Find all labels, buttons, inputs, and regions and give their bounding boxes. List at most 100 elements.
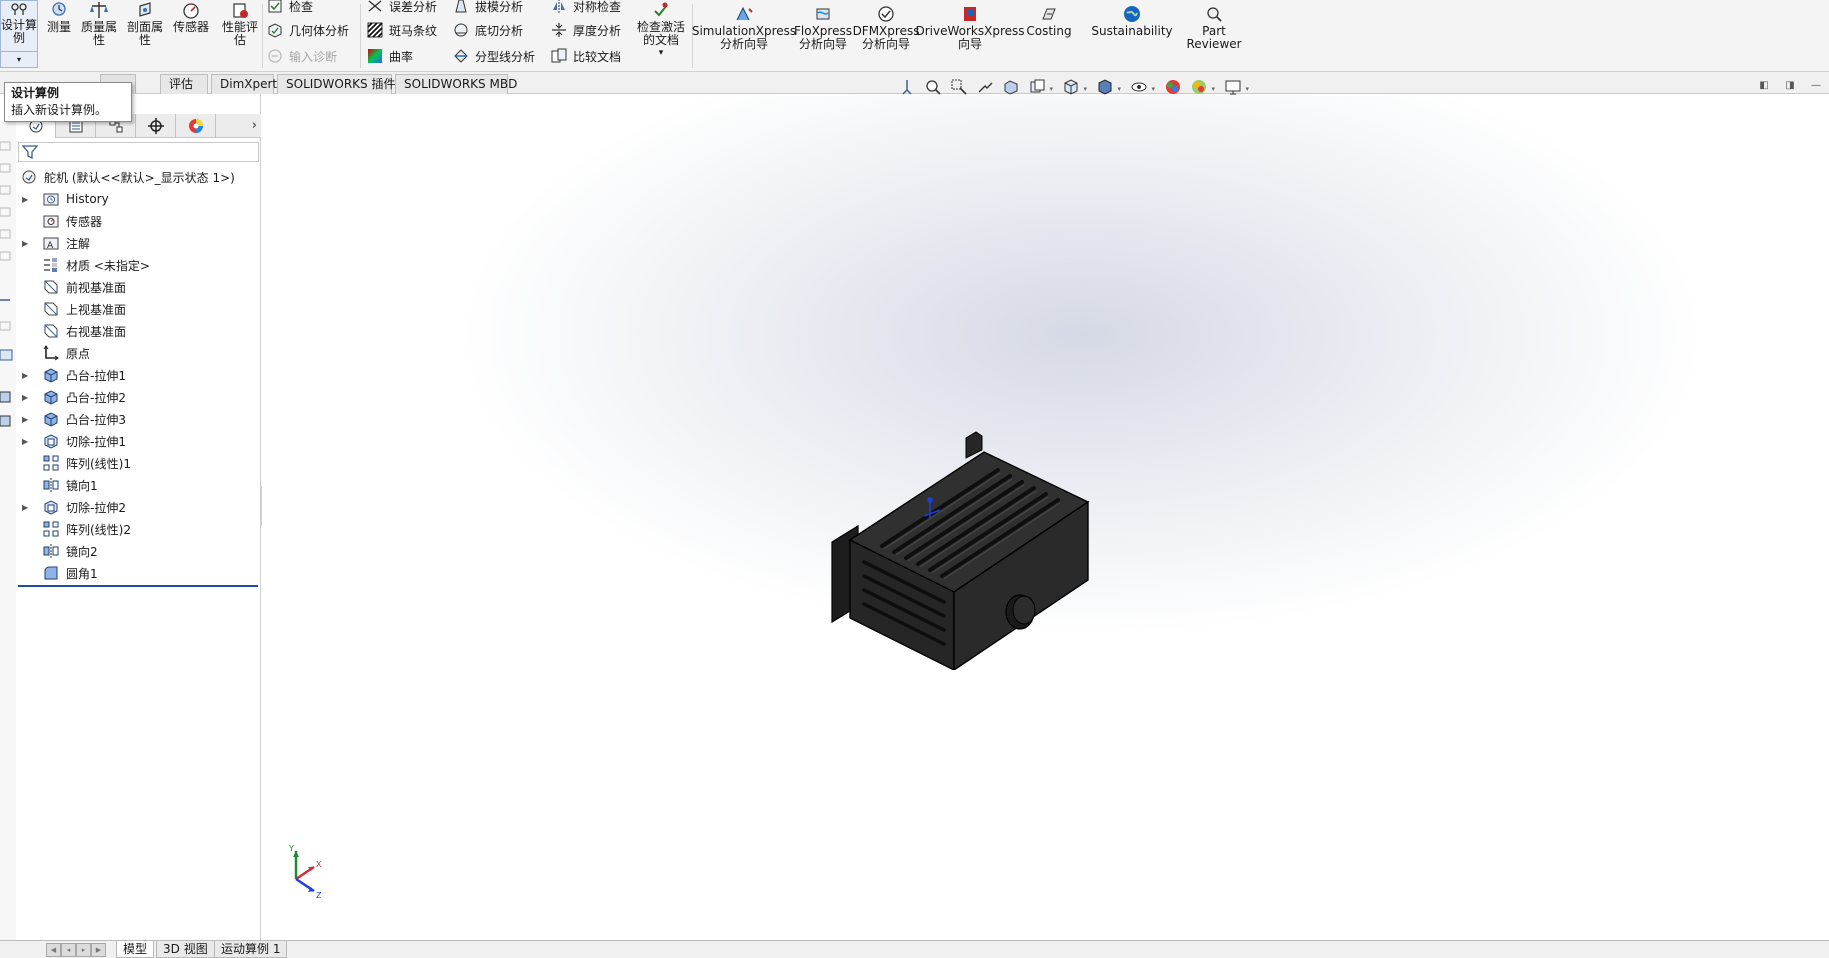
section-properties-button[interactable]: 剖面属性	[125, 0, 165, 47]
tree-item[interactable]: 材质 <未指定>	[16, 254, 261, 276]
tree-item-label: 凸台-拉伸2	[66, 390, 126, 405]
view-orientation-cube-icon[interactable]: ▾	[1060, 77, 1087, 97]
display-style-icon[interactable]: ▾	[1094, 77, 1121, 97]
geometry-analysis-button[interactable]: 几何体分析	[266, 20, 349, 40]
tree-item-label: 凸台-拉伸3	[66, 412, 126, 427]
simulationxpress-button[interactable]: SimulationXpress 分析向导	[692, 4, 796, 51]
floxpress-button[interactable]: FloXpress 分析向导	[794, 4, 852, 51]
tree-item[interactable]: 原点	[16, 342, 261, 364]
restore-left-icon[interactable]: ◧	[1757, 78, 1771, 92]
measure-button[interactable]: 测量	[46, 0, 72, 34]
fillet-icon	[42, 564, 60, 582]
tree-item-label: 前视基准面	[66, 280, 127, 295]
parting-line-analysis-button[interactable]: 分型线分析	[452, 46, 535, 66]
tab-dimxpert[interactable]: DimXpert	[211, 74, 277, 94]
design-study-dropdown[interactable]: ▾	[1, 51, 37, 67]
draft-analysis-button[interactable]: 拔模分析	[452, 0, 523, 16]
expand-arrow-icon[interactable]: ▶	[22, 371, 30, 380]
expand-arrow-icon[interactable]: ▶	[22, 503, 30, 512]
tree-item[interactable]: 阵列(线性)2	[16, 518, 261, 540]
deviation-analysis-button[interactable]: 误差分析	[366, 0, 437, 16]
tree-item[interactable]: ▶ 凸台-拉伸3	[16, 408, 261, 430]
curvature-button[interactable]: 曲率	[366, 46, 413, 66]
check-active-document-button[interactable]: 检查激活 的文档 ▾	[636, 0, 686, 60]
tree-item[interactable]: 右视基准面	[16, 320, 261, 342]
zebra-stripes-button[interactable]: 斑马条纹	[366, 20, 437, 40]
tab-dimxpert-manager[interactable]	[136, 114, 176, 138]
driveworksxpress-button[interactable]: DriveWorksXpress 向导	[915, 4, 1025, 51]
dfmxpress-button[interactable]: DFMXpress 分析向导	[853, 4, 919, 51]
symmetry-check-button[interactable]: 对称检查	[550, 0, 621, 16]
part-reviewer-label-2: Reviewer	[1186, 37, 1242, 51]
ribbon-separator	[262, 4, 263, 68]
edit-appearance-icon[interactable]	[1162, 77, 1184, 97]
tree-item[interactable]: 阵列(线性)1	[16, 452, 261, 474]
sensor-label: 传感器	[172, 20, 209, 34]
tree-root-part[interactable]: 舵机 (默认<<默认>_显示状态 1>)	[16, 166, 261, 188]
tab-evaluate[interactable]: 评估	[160, 74, 208, 94]
tree-item[interactable]: ▶ A 注解	[16, 232, 261, 254]
apply-scene-icon[interactable]: ▾	[1188, 77, 1215, 97]
sustainability-button[interactable]: Sustainability	[1091, 4, 1173, 38]
tree-item[interactable]: 镜向2	[16, 540, 261, 562]
feature-tree-filter[interactable]	[18, 142, 259, 162]
servo-model[interactable]	[816, 430, 1116, 670]
check-button[interactable]: 检查	[266, 0, 313, 16]
tree-item[interactable]: ▶ 凸台-拉伸1	[16, 364, 261, 386]
feature-manager-panel: ⊙ › 舵机 (默认<<默认>_显示状态 1>) ▶History传感器▶A注解…	[16, 94, 261, 942]
costing-button[interactable]: Costing	[1024, 4, 1074, 38]
undercut-analysis-button[interactable]: 底切分析	[452, 20, 523, 40]
hide-show-items-icon[interactable]: ▾	[1128, 77, 1155, 97]
expand-arrow-icon[interactable]: ▶	[22, 195, 30, 204]
rollback-bar[interactable]	[18, 585, 258, 587]
import-diagnostics-button[interactable]: 输入诊断	[266, 46, 337, 66]
previous-view-icon[interactable]	[974, 77, 996, 97]
tree-item[interactable]: 镜向1	[16, 474, 261, 496]
compare-documents-button[interactable]: 比较文档	[550, 46, 621, 66]
tree-item[interactable]: 圆角1	[16, 562, 261, 584]
plane-icon	[42, 278, 60, 296]
view-settings-icon[interactable]: ▾	[1222, 77, 1249, 97]
section-view-icon[interactable]	[1000, 77, 1022, 97]
tab-3d-view[interactable]: 3D 视图	[156, 941, 215, 958]
zoom-to-fit-icon[interactable]	[922, 77, 944, 97]
chevron-right-icon[interactable]: ›	[252, 118, 257, 133]
last-tab-icon[interactable]: ▶	[91, 943, 106, 957]
graphics-area[interactable]: Y X Z	[262, 95, 1829, 942]
expand-arrow-icon[interactable]: ▶	[22, 393, 30, 402]
thickness-analysis-button[interactable]: 厚度分析	[550, 20, 621, 40]
first-tab-icon[interactable]: ◀	[46, 943, 61, 957]
mass-properties-button[interactable]: 质量属性	[80, 0, 118, 47]
restore-right-icon[interactable]: ◨	[1783, 78, 1797, 92]
part-reviewer-button[interactable]: Part Reviewer	[1186, 4, 1242, 51]
prev-tab-icon[interactable]: ◂	[61, 943, 76, 957]
section-properties-label-2: 性	[138, 33, 151, 47]
next-tab-icon[interactable]: ▸	[76, 943, 91, 957]
tree-item[interactable]: ▶ 切除-拉伸1	[16, 430, 261, 452]
tab-solidworks-mbd[interactable]: SOLIDWORKS MBD	[395, 74, 517, 94]
expand-arrow-icon[interactable]: ▶	[22, 415, 30, 424]
tree-item[interactable]: ▶ 凸台-拉伸2	[16, 386, 261, 408]
sensor-button[interactable]: 传感器	[171, 0, 211, 34]
tree-item[interactable]: ▶ History	[16, 188, 261, 210]
tab-motion-study[interactable]: 运动算例 1	[214, 941, 288, 958]
dynamic-annotation-icon[interactable]: ▾	[1026, 77, 1053, 97]
tab-display-manager[interactable]	[176, 114, 216, 138]
minimize-icon[interactable]: —	[1809, 78, 1823, 92]
view-orientation-icon[interactable]	[896, 77, 918, 97]
tab-solidworks-addins[interactable]: SOLIDWORKS 插件	[277, 74, 395, 94]
draft-icon	[452, 0, 470, 15]
performance-eval-button[interactable]: 性能评估	[220, 0, 260, 47]
tree-item[interactable]: 前视基准面	[16, 276, 261, 298]
expand-arrow-icon[interactable]: ▶	[22, 437, 30, 446]
check-active-doc-dropdown[interactable]: ▾	[637, 47, 685, 60]
expand-arrow-icon[interactable]: ▶	[22, 239, 30, 248]
tree-item[interactable]: ▶ 切除-拉伸2	[16, 496, 261, 518]
design-study-button[interactable]: 设计算 例 ▾	[0, 0, 38, 68]
tree-item[interactable]: 传感器	[16, 210, 261, 232]
zoom-to-area-icon[interactable]	[948, 77, 970, 97]
tab-model[interactable]: 模型	[116, 941, 155, 958]
compare-icon	[550, 47, 568, 65]
import-diagnostics-label: 输入诊断	[289, 49, 338, 64]
tree-item[interactable]: 上视基准面	[16, 298, 261, 320]
